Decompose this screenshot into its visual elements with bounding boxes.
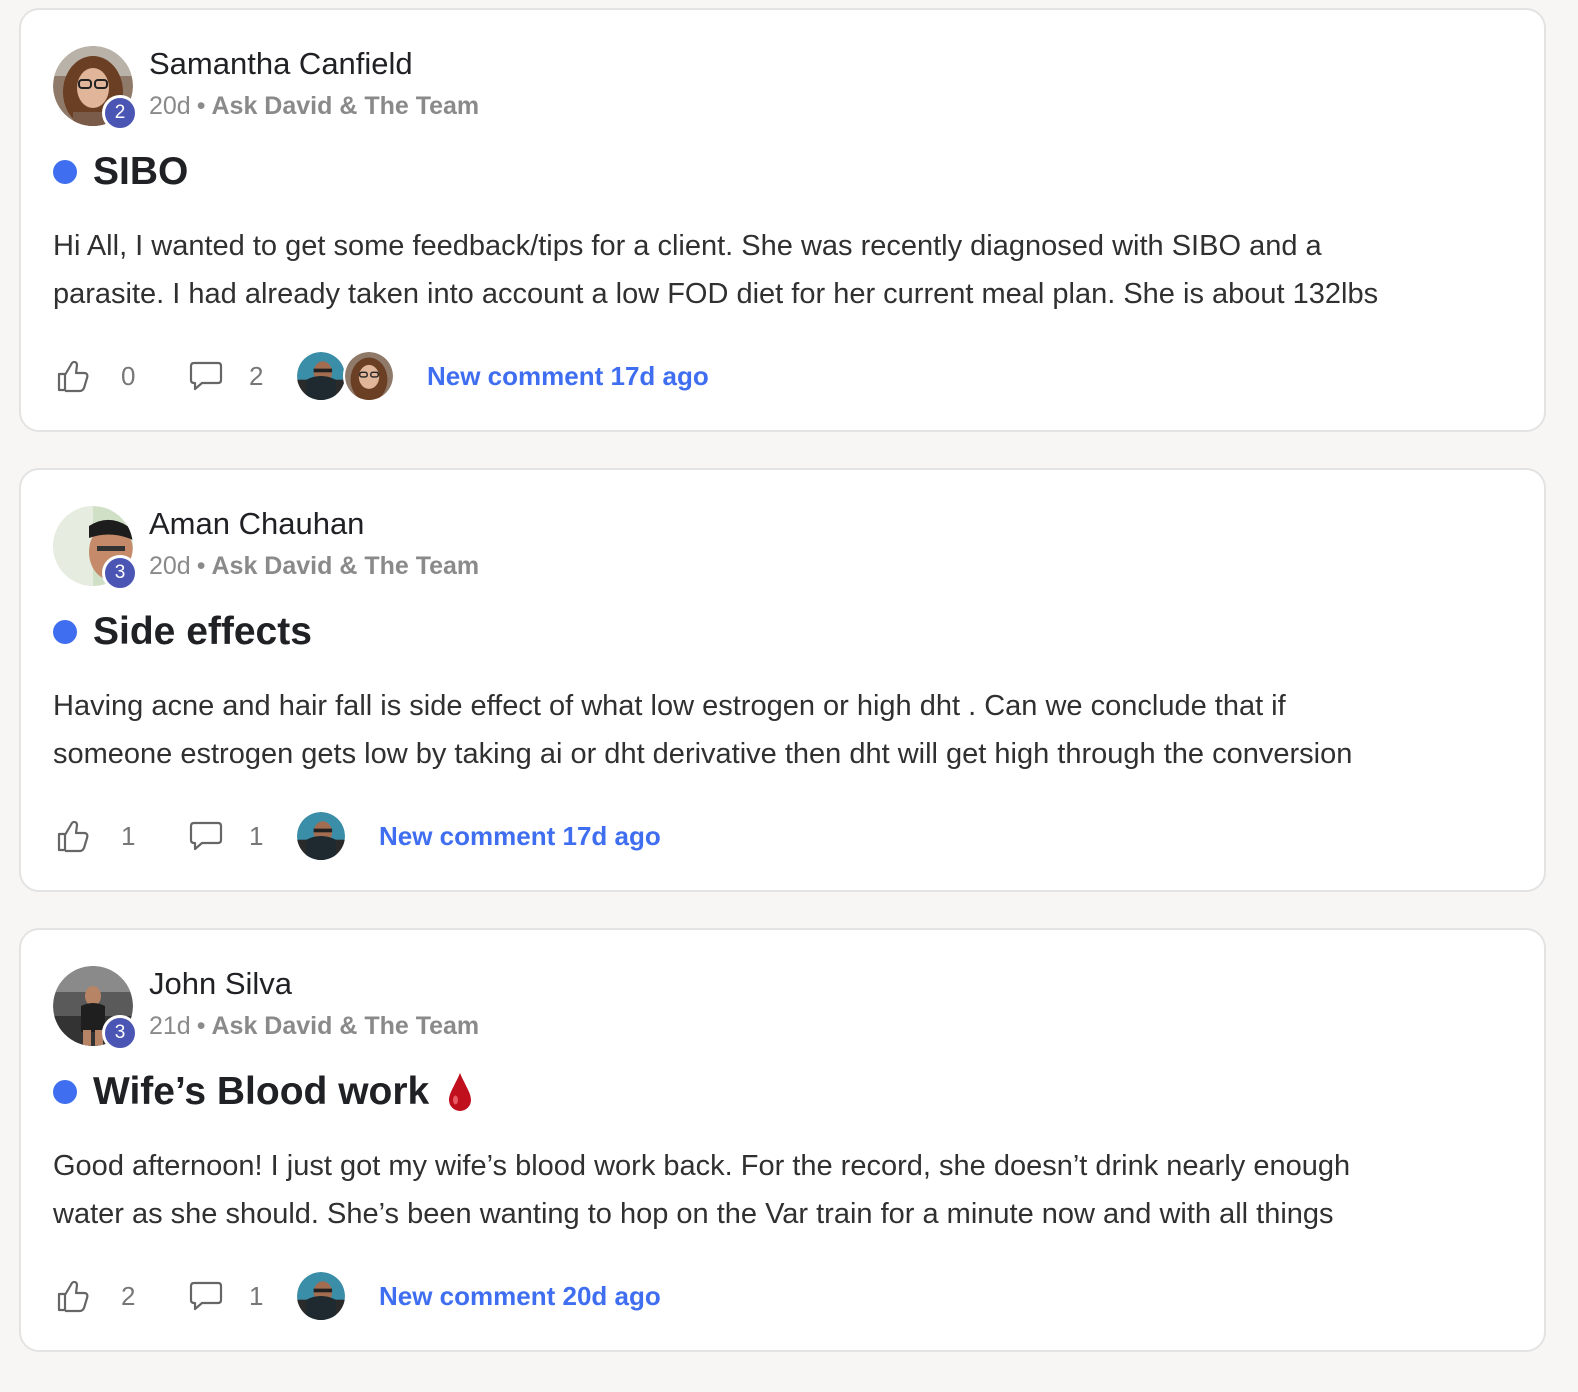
post-card[interactable]: 2 Samantha Canfield 20d • Ask David & The …	[19, 8, 1546, 432]
post-category[interactable]: Ask David & The Team	[211, 92, 479, 120]
unread-dot	[53, 160, 77, 184]
post-feed: 2 Samantha Canfield 20d • Ask David & The …	[0, 0, 1578, 1392]
level-badge: 2	[102, 95, 138, 131]
like-thumbs-up-icon[interactable]	[53, 357, 91, 395]
commenter-avatar[interactable]	[295, 810, 347, 862]
commenter-avatar[interactable]	[343, 350, 395, 402]
like-count: 2	[121, 1280, 136, 1311]
post-title[interactable]: Wife’s Blood work	[93, 1070, 429, 1114]
author-name[interactable]: John Silva	[149, 966, 292, 1002]
post-actions: 1 1 New comment 17d ago	[53, 810, 661, 862]
unread-dot	[53, 1080, 77, 1104]
post-age[interactable]: 21d	[149, 1012, 191, 1040]
author-avatar[interactable]: 3	[53, 966, 138, 1051]
commenter-avatars[interactable]	[295, 810, 347, 862]
title-row: Wife’s Blood work	[53, 1070, 473, 1114]
post-meta: 20d • Ask David & The Team	[149, 552, 479, 581]
post-meta: 20d • Ask David & The Team	[149, 92, 479, 121]
author-name[interactable]: Aman Chauhan	[149, 506, 364, 542]
excerpt-line: Good afternoon! I just got my wife’s blo…	[53, 1150, 1351, 1182]
blood-drop-icon	[449, 1073, 472, 1111]
new-comment-link[interactable]: New comment 20d ago	[379, 1281, 661, 1312]
post-category[interactable]: Ask David & The Team	[211, 1012, 479, 1040]
post-excerpt[interactable]: Having acne and hair fall is side effect…	[53, 682, 1523, 778]
meta-separator: •	[196, 1012, 206, 1040]
post-card[interactable]: 3 John Silva 21d • Ask David & The Team Wi…	[19, 928, 1546, 1352]
commenter-avatars[interactable]	[295, 350, 395, 402]
like-count: 1	[121, 820, 136, 851]
commenter-avatar[interactable]	[295, 350, 347, 402]
like-thumbs-up-icon[interactable]	[53, 817, 91, 855]
title-row: SIBO	[53, 150, 188, 194]
comment-bubble-icon[interactable]	[187, 817, 225, 855]
like-count: 0	[121, 360, 136, 391]
level-badge: 3	[102, 1015, 138, 1051]
comment-count: 2	[249, 360, 264, 391]
author-avatar[interactable]: 2	[53, 46, 138, 131]
post-actions: 2 1 New comment 20d ago	[53, 1270, 661, 1322]
level-badge: 3	[102, 555, 138, 591]
post-actions: 0 2 New comment 17d ago	[53, 350, 709, 402]
commenter-avatars[interactable]	[295, 1270, 347, 1322]
excerpt-line: water as she should. She’s been wanting …	[53, 1198, 1334, 1230]
author-name[interactable]: Samantha Canfield	[149, 46, 413, 82]
title-row: Side effects	[53, 610, 312, 654]
post-age[interactable]: 20d	[149, 552, 191, 580]
post-age[interactable]: 20d	[149, 92, 191, 120]
excerpt-line: Having acne and hair fall is side effect…	[53, 690, 1286, 722]
new-comment-link[interactable]: New comment 17d ago	[427, 361, 709, 392]
author-avatar[interactable]: 3	[53, 506, 138, 591]
excerpt-line: parasite. I had already taken into accou…	[53, 278, 1379, 310]
post-excerpt[interactable]: Good afternoon! I just got my wife’s blo…	[53, 1142, 1523, 1238]
post-card[interactable]: 3 Aman Chauhan 20d • Ask David & The Team …	[19, 468, 1546, 892]
meta-separator: •	[196, 552, 206, 580]
new-comment-link[interactable]: New comment 17d ago	[379, 821, 661, 852]
excerpt-line: someone estrogen gets low by taking ai o…	[53, 738, 1353, 770]
comment-bubble-icon[interactable]	[187, 1277, 225, 1315]
commenter-avatar[interactable]	[295, 1270, 347, 1322]
unread-dot	[53, 620, 77, 644]
comment-count: 1	[249, 1280, 264, 1311]
post-title[interactable]: Side effects	[93, 610, 312, 654]
like-thumbs-up-icon[interactable]	[53, 1277, 91, 1315]
comment-count: 1	[249, 820, 264, 851]
meta-separator: •	[196, 92, 206, 120]
post-title[interactable]: SIBO	[93, 150, 188, 194]
post-category[interactable]: Ask David & The Team	[211, 552, 479, 580]
post-excerpt[interactable]: Hi All, I wanted to get some feedback/ti…	[53, 222, 1523, 318]
post-meta: 21d • Ask David & The Team	[149, 1012, 479, 1041]
excerpt-line: Hi All, I wanted to get some feedback/ti…	[53, 230, 1322, 262]
comment-bubble-icon[interactable]	[187, 357, 225, 395]
